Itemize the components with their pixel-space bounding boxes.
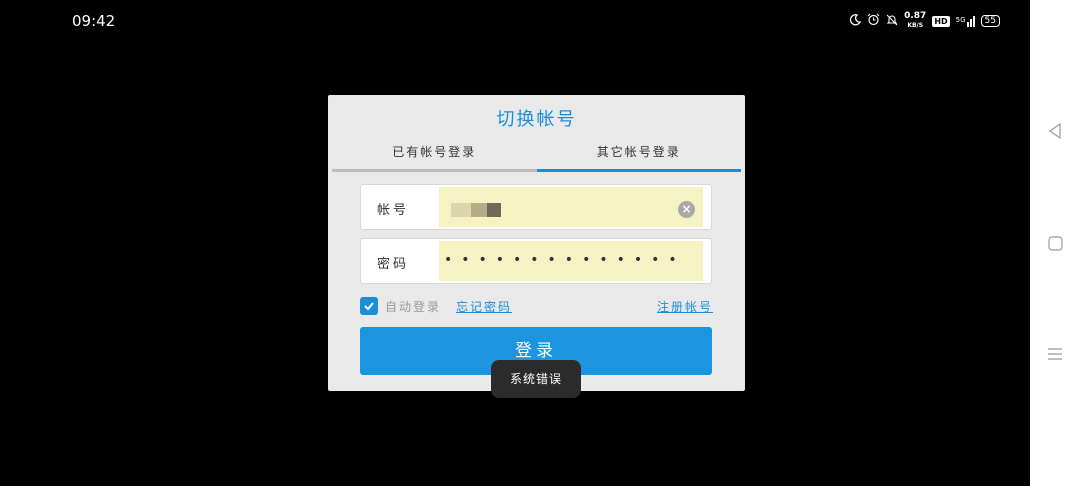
- password-label: 密码: [377, 257, 410, 272]
- masked-account-value: [451, 203, 471, 217]
- navigation-bar: [1030, 0, 1080, 486]
- login-tabs: 已有帐号登录 其它帐号登录: [332, 143, 741, 172]
- mute-icon: [886, 14, 898, 29]
- hd-icon: HD: [932, 15, 950, 27]
- error-toast: 系统错误: [491, 360, 581, 398]
- account-input[interactable]: ×: [439, 187, 703, 227]
- account-field: 帐号 ×: [360, 184, 712, 230]
- switch-account-dialog: 切换帐号 已有帐号登录 其它帐号登录 帐号 × 密码 •••••••••••••…: [328, 95, 745, 391]
- login-options: 自动登录 忘记密码 注册帐号: [360, 295, 713, 317]
- password-input[interactable]: ••••••••••••••: [439, 241, 703, 281]
- tab-other-account[interactable]: 其它帐号登录: [536, 143, 741, 172]
- clear-input-button[interactable]: ×: [678, 201, 695, 218]
- status-icons: 0.87 KB/S HD 5G 55: [849, 12, 1000, 30]
- alarm-icon: [867, 13, 880, 29]
- back-icon[interactable]: [1030, 123, 1080, 139]
- account-label: 帐号: [377, 203, 410, 218]
- recents-icon[interactable]: [1030, 347, 1080, 361]
- auto-login-checkbox[interactable]: [360, 297, 378, 315]
- auto-login-label[interactable]: 自动登录: [385, 298, 441, 315]
- speed-indicator: 0.87 KB/S: [904, 11, 927, 30]
- home-icon[interactable]: [1030, 236, 1080, 251]
- password-field: 密码 ••••••••••••••: [360, 238, 712, 284]
- battery-icon: 55: [980, 15, 1000, 27]
- tab-existing-account[interactable]: 已有帐号登录: [332, 143, 537, 172]
- masked-account-value: [487, 203, 501, 217]
- masked-account-value: [471, 203, 487, 217]
- register-link[interactable]: 注册帐号: [657, 298, 713, 315]
- dialog-title: 切换帐号: [496, 109, 577, 130]
- forgot-password-link[interactable]: 忘记密码: [456, 298, 512, 315]
- password-dots: ••••••••••••••: [444, 252, 686, 268]
- status-time: 09:42: [72, 12, 116, 30]
- check-icon: [364, 302, 374, 311]
- moon-icon: [849, 13, 862, 29]
- signal-icon: 5G: [956, 15, 975, 27]
